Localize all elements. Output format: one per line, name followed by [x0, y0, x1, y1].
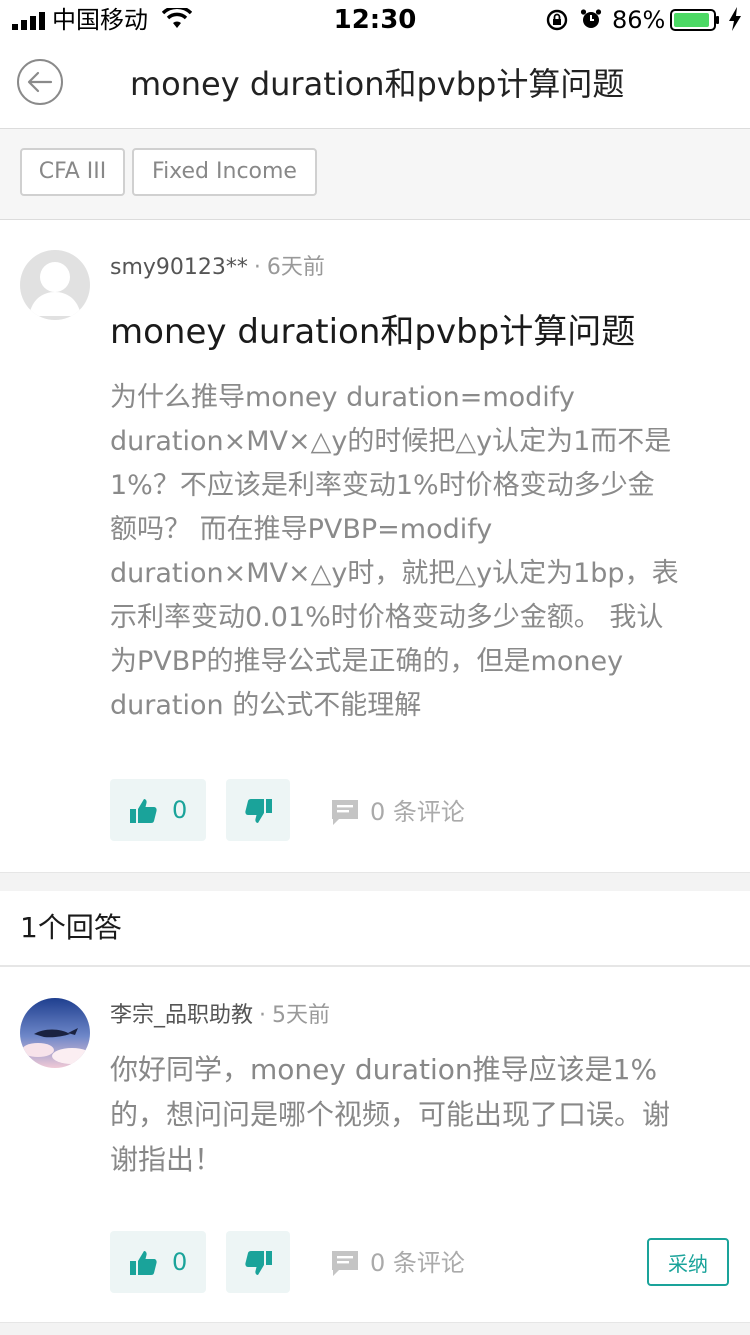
nav-bar: money duration和pvbp计算问题 — [0, 40, 750, 129]
default-user-icon — [29, 262, 81, 316]
body-line: 为PVBP的推导公式是正确的，但是money — [110, 646, 624, 677]
adopt-answer-button[interactable]: 采纳 — [647, 1238, 729, 1286]
status-bar: 中国移动 12:30 86% — [0, 0, 750, 40]
body-line: duration×MV×△y时，就把△y认定为1bp，表 — [110, 558, 679, 589]
body-line: 的，想问问是哪个视频，可能出现了口误。谢 — [110, 1098, 671, 1131]
body-line: duration×MV×△y的时候把△y认定为1而不是 — [110, 426, 672, 457]
tag-chip[interactable]: CFA III — [20, 148, 125, 196]
rotation-lock-icon — [546, 9, 568, 31]
body-line: 额吗？ 而在推导PVBP=modify — [110, 514, 493, 545]
author-name[interactable]: 李宗_品职助教 — [110, 1003, 253, 1028]
answer-meta: 李宗_品职助教 · 5天前 — [110, 1003, 331, 1028]
question-title: money duration和pvbp计算问题 — [110, 312, 636, 352]
tag-strip: CFA III Fixed Income — [0, 129, 750, 220]
body-line: 为什么推导money duration=modify — [110, 382, 575, 413]
comment-icon — [332, 800, 358, 825]
thumbs-up-icon — [130, 799, 157, 823]
author-name[interactable]: smy90123** — [110, 255, 248, 280]
question-body: 为什么推导money duration=modify duration×MV×△… — [110, 376, 730, 728]
answers-count-title: 1个回答 — [20, 911, 122, 944]
battery-icon — [670, 9, 719, 31]
post-time: 5天前 — [272, 1003, 331, 1028]
avatar[interactable] — [20, 250, 90, 320]
like-count: 0 — [172, 796, 188, 824]
dislike-button[interactable] — [226, 779, 290, 841]
answers-header: 1个回答 — [0, 891, 750, 967]
comment-count-label: 0 条评论 — [370, 1249, 465, 1277]
tag-chip[interactable]: Fixed Income — [132, 148, 317, 196]
avatar[interactable] — [20, 998, 90, 1068]
like-button[interactable]: 0 — [110, 1231, 206, 1293]
back-arrow-circle-icon[interactable] — [16, 58, 64, 106]
comment-icon — [332, 1251, 358, 1276]
section-divider — [0, 1322, 750, 1335]
post-time: 6天前 — [266, 255, 325, 280]
body-line: 示利率变动0.01%时价格变动多少金额。 我认 — [110, 602, 664, 633]
whale-sky-avatar-icon — [20, 998, 90, 1068]
battery-percentage: 86% — [612, 6, 666, 34]
answer-body: 你好同学，money duration推导应该是1% 的，想问问是哪个视频，可能… — [110, 1047, 730, 1182]
body-line: 谢指出！ — [110, 1143, 223, 1176]
body-line: 1%？不应该是利率变动1%时价格变动多少金 — [110, 470, 655, 501]
alarm-clock-icon — [580, 9, 602, 28]
body-line: 你好同学，money duration推导应该是1% — [110, 1053, 658, 1086]
thumbs-down-icon — [245, 1251, 272, 1275]
comment-count-label: 0 条评论 — [370, 798, 465, 826]
like-count: 0 — [172, 1248, 188, 1276]
dislike-button[interactable] — [226, 1231, 290, 1293]
charging-bolt-icon — [729, 7, 741, 31]
section-divider — [0, 872, 750, 892]
thumbs-down-icon — [245, 799, 272, 823]
like-button[interactable]: 0 — [110, 779, 206, 841]
thumbs-up-icon — [130, 1251, 157, 1275]
body-line: duration 的公式不能理解 — [110, 690, 422, 721]
page-title: money duration和pvbp计算问题 — [130, 65, 625, 103]
question-meta: smy90123** · 6天前 — [110, 255, 325, 280]
